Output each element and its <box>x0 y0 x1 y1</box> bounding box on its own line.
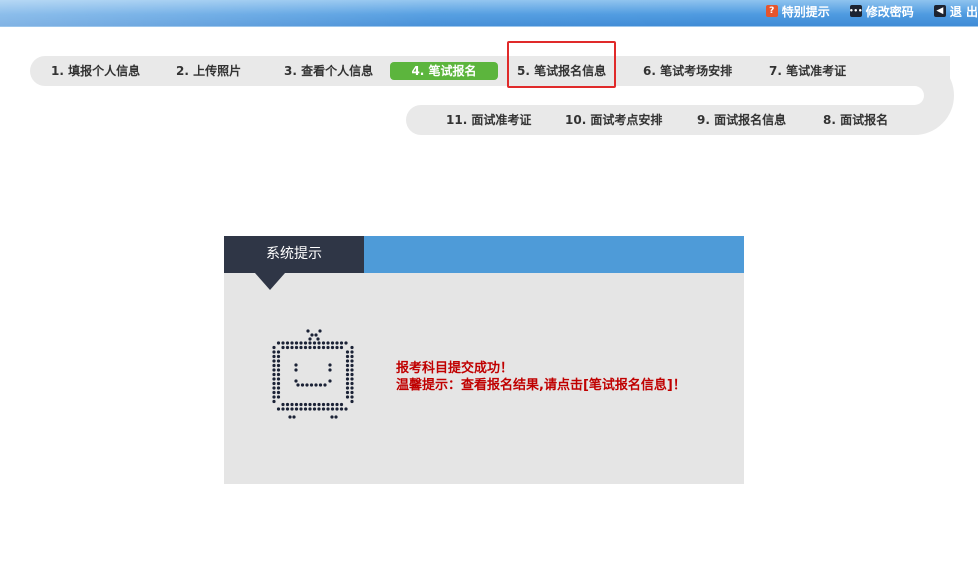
change-password-link[interactable]: ••• 修改密码 <box>849 3 914 20</box>
panel-header: 系统提示 <box>224 236 744 273</box>
step-interview-registration[interactable]: 8. 面试报名 <box>823 111 888 129</box>
logout-label: 退 出 <box>949 4 978 19</box>
robot-tv-icon <box>272 329 354 419</box>
message-line-2: 温馨提示：查看报名结果,请点击[笔试报名信息]！ <box>396 378 686 393</box>
special-tip-link[interactable]: ? 特别提示 <box>765 3 830 20</box>
step-fill-personal-info[interactable]: 1. 填报个人信息 <box>51 62 140 80</box>
change-password-icon: ••• <box>849 5 863 17</box>
highlight-box <box>507 41 616 88</box>
step-written-exam-admission-ticket[interactable]: 7. 笔试准考证 <box>769 62 846 80</box>
step-written-exam-room[interactable]: 6. 笔试考场安排 <box>643 62 732 80</box>
message-text: 报考科目提交成功！ 温馨提示：查看报名结果,请点击[笔试报名信息]！ <box>396 360 686 394</box>
step-track-curve-gap <box>860 86 924 105</box>
logout-link[interactable]: ◀ 退 出 <box>933 3 978 20</box>
special-tip-label: 特别提示 <box>781 4 830 19</box>
logout-icon: ◀ <box>933 5 946 17</box>
header-sheen <box>0 0 720 26</box>
change-password-label: 修改密码 <box>865 4 914 19</box>
step-interview-admission-ticket[interactable]: 11. 面试准考证 <box>446 111 531 129</box>
message-line-1: 报考科目提交成功！ <box>396 361 514 376</box>
step-upload-photo[interactable]: 2. 上传照片 <box>176 62 241 80</box>
step-view-personal-info[interactable]: 3. 查看个人信息 <box>284 62 373 80</box>
header-links: ? 特别提示 ••• 修改密码 ◀ 退 出 <box>746 2 978 20</box>
system-message-panel: 系统提示 报考科目提交成功！ 温馨提示：查看报名结果,请点击[笔试报名信息]！ <box>224 236 744 484</box>
panel-tab-notch <box>255 273 285 290</box>
step-interview-venue[interactable]: 10. 面试考点安排 <box>565 111 662 129</box>
step-written-exam-registration[interactable]: 4. 笔试报名 <box>390 62 498 80</box>
top-header-bar: ? 特别提示 ••• 修改密码 ◀ 退 出 <box>0 0 978 26</box>
panel-title: 系统提示 <box>224 236 364 273</box>
step-interview-registration-info[interactable]: 9. 面试报名信息 <box>697 111 786 129</box>
special-tip-icon: ? <box>765 5 778 17</box>
